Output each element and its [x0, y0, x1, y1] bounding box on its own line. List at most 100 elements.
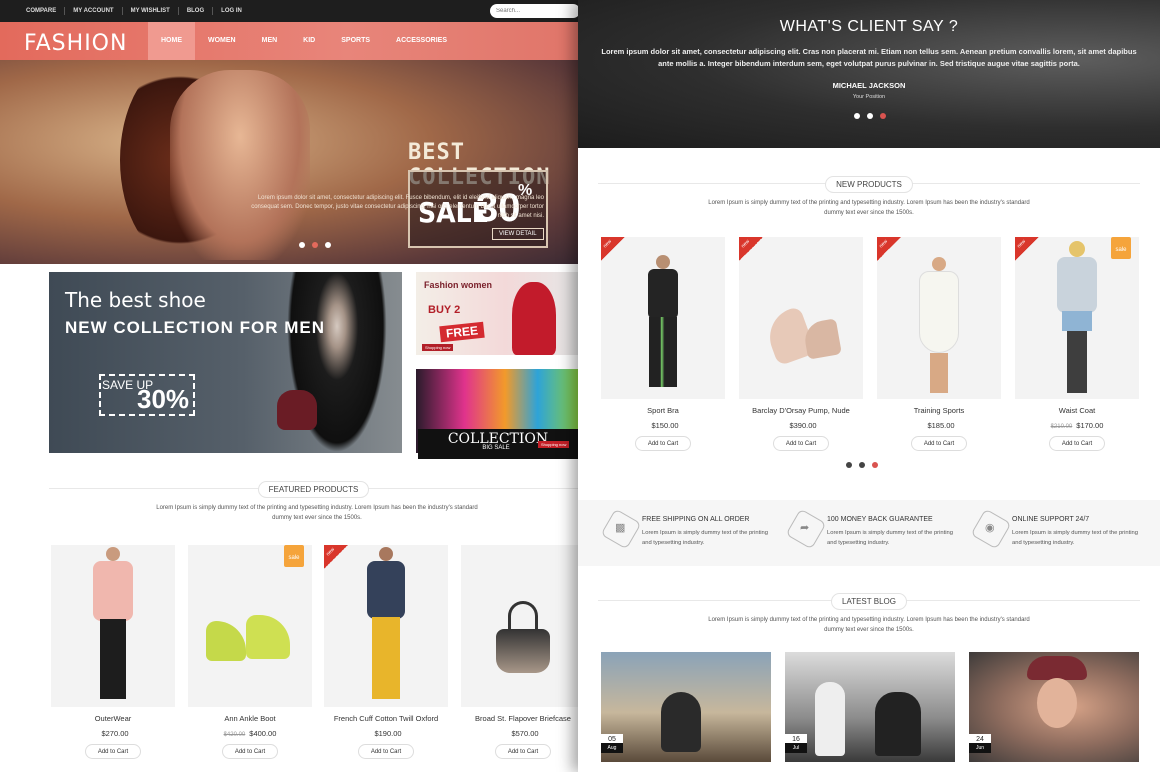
featured-heading: FEATURED PRODUCTS — [49, 480, 578, 498]
hero-text: Lorem ipsum dolor sit amet, consectetur … — [251, 195, 544, 219]
view-detail-button[interactable]: VIEW DETAIL — [492, 228, 544, 240]
promo-buy: BUY 2 — [428, 304, 461, 316]
banner-line1: The best shoe — [65, 288, 206, 312]
product-price: $185.00 — [927, 421, 955, 430]
product-image[interactable]: new — [324, 545, 448, 707]
blog-post-card[interactable]: 05 Aug — [601, 652, 771, 762]
shop-now-button[interactable]: Shopping now — [422, 344, 454, 351]
blog-date: 16 Jul — [785, 734, 807, 753]
product-card[interactable]: sale Ann Ankle Boot $420.00 $400.00 Add t… — [188, 545, 312, 759]
product-card[interactable]: Broad St. Flapover Briefcase $570.00 Add… — [461, 545, 578, 759]
latest-blog-heading-label: LATEST BLOG — [831, 592, 907, 610]
sport-top — [648, 269, 678, 319]
promo-title: Fashion women — [424, 280, 493, 290]
slider-dot[interactable] — [867, 113, 873, 119]
slider-dot-active[interactable] — [312, 242, 318, 248]
product-card[interactable]: new sale Waist Coat $210.00 $170.00 Add t… — [1015, 237, 1139, 451]
product-name[interactable]: Barclay D'Orsay Pump, Nude — [739, 406, 863, 415]
product-card[interactable]: new Barclay D'Orsay Pump, Nude $390.00 A… — [739, 237, 863, 451]
testimonial-name: MICHAEL JACKSON — [832, 81, 906, 90]
feature-desc: Lorem Ipsum is simply dummy text of the … — [642, 530, 768, 546]
new-products-heading: NEW PRODUCTS — [598, 175, 1140, 193]
testimonial-section: WHAT'S CLIENT SAY ? Lorem ipsum dolor si… — [578, 0, 1160, 148]
nav-sports[interactable]: SPORTS — [328, 22, 383, 60]
product-image[interactable]: new — [877, 237, 1001, 399]
women-promo-banner[interactable]: Fashion women BUY 2 FREE Shopping now — [416, 272, 578, 355]
product-name[interactable]: Training Sports — [877, 406, 1001, 415]
slider-dot[interactable] — [859, 462, 865, 468]
slider-dot[interactable] — [854, 113, 860, 119]
nav-men[interactable]: MEN — [249, 22, 291, 60]
testimonial-title: WHAT'S CLIENT SAY ? — [779, 18, 959, 35]
product-card[interactable]: OuterWear $270.00 Add to Cart — [51, 545, 175, 759]
add-to-cart-button[interactable]: Add to Cart — [635, 436, 691, 451]
figure-head — [932, 257, 946, 271]
blog-link[interactable]: BLOG — [179, 7, 214, 15]
nav-home[interactable]: HOME — [148, 22, 195, 60]
nav-women[interactable]: WOMEN — [195, 22, 249, 60]
product-image[interactable] — [51, 545, 175, 707]
slider-dot[interactable] — [299, 242, 305, 248]
slider-dot-active[interactable] — [872, 462, 878, 468]
compare-link[interactable]: COMPARE — [18, 7, 66, 15]
my-wishlist-link[interactable]: MY WISHLIST — [123, 7, 179, 15]
collection-banner[interactable]: COLLECTION BIG SALE Shopping now — [416, 369, 578, 459]
my-account-link[interactable]: MY ACCOUNT — [65, 7, 123, 15]
briefcase-image — [496, 629, 550, 673]
product-price: $210.00 $170.00 — [1050, 421, 1104, 430]
slider-dot-active[interactable] — [880, 113, 886, 119]
nav-accessories[interactable]: ACCESSORIES — [383, 22, 460, 60]
new-ribbon: new — [324, 545, 348, 569]
add-to-cart-button[interactable]: Add to Cart — [773, 436, 829, 451]
product-image[interactable]: new — [601, 237, 725, 399]
product-card[interactable]: new French Cuff Cotton Twill Oxford $190… — [324, 545, 448, 759]
hero-slider-dots — [299, 242, 331, 248]
shop-now-button[interactable]: Shopping now — [538, 441, 570, 448]
new-products-desc: Lorem Ipsum is simply dummy text of the … — [708, 200, 1030, 216]
product-price: $570.00 — [511, 729, 539, 738]
add-to-cart-button[interactable]: Add to Cart — [1049, 436, 1105, 451]
product-price: $150.00 — [651, 421, 679, 430]
men-collection-banner[interactable]: The best shoe NEW COLLECTION FOR MEN SAV… — [49, 272, 402, 453]
product-name[interactable]: OuterWear — [51, 714, 175, 723]
hero-slider: BEST COLLECTION SALE 30 % Lorem ipsum do… — [0, 60, 578, 264]
main-nav: FASHION HOME WOMEN MEN KID SPORTS ACCESS… — [0, 22, 578, 60]
product-name[interactable]: French Cuff Cotton Twill Oxford — [324, 714, 448, 723]
new-products-dots — [846, 462, 878, 468]
add-to-cart-button[interactable]: Add to Cart — [911, 436, 967, 451]
product-price: $420.00 $400.00 — [223, 729, 277, 738]
nav-kid[interactable]: KID — [290, 22, 328, 60]
new-ribbon: new — [739, 237, 763, 261]
login-link[interactable]: LOG IN — [213, 7, 250, 15]
testimonial-position: Your Position — [852, 94, 886, 100]
slider-dot[interactable] — [325, 242, 331, 248]
product-name[interactable]: Ann Ankle Boot — [188, 714, 312, 723]
feature-desc: Lorem Ipsum is simply dummy text of the … — [1012, 530, 1138, 546]
chat-icon: ◉ — [985, 522, 995, 534]
slider-dot[interactable] — [846, 462, 852, 468]
add-to-cart-button[interactable]: Add to Cart — [85, 744, 141, 759]
product-name[interactable]: Waist Coat — [1015, 406, 1139, 415]
add-to-cart-button[interactable]: Add to Cart — [222, 744, 278, 759]
blog-post-card[interactable]: 16 Jul — [785, 652, 955, 762]
product-name[interactable]: Sport Bra — [601, 406, 725, 415]
blog-date: 24 Jun — [969, 734, 991, 753]
search-input[interactable] — [490, 4, 578, 18]
latest-blog-heading: LATEST BLOG — [598, 592, 1140, 610]
product-image[interactable]: new — [739, 237, 863, 399]
product-card[interactable]: new Training Sports $185.00 Add to Cart — [877, 237, 1001, 451]
pink-jacket — [93, 561, 133, 621]
left-page-preview: COMPARE MY ACCOUNT MY WISHLIST BLOG LOG … — [0, 0, 578, 772]
product-image[interactable]: new sale — [1015, 237, 1139, 399]
add-to-cart-button[interactable]: Add to Cart — [495, 744, 551, 759]
site-logo[interactable]: FASHION — [24, 31, 127, 56]
blog-post-card[interactable]: 24 Jun — [969, 652, 1139, 762]
product-image[interactable]: sale — [188, 545, 312, 707]
blog-date: 05 Aug — [601, 734, 623, 753]
product-name[interactable]: Broad St. Flapover Briefcase — [461, 714, 578, 723]
add-to-cart-button[interactable]: Add to Cart — [358, 744, 414, 759]
product-image[interactable] — [461, 545, 578, 707]
figure-head — [656, 255, 670, 269]
product-card[interactable]: new Sport Bra $150.00 Add to Cart — [601, 237, 725, 451]
featured-heading-label: FEATURED PRODUCTS — [257, 480, 370, 498]
